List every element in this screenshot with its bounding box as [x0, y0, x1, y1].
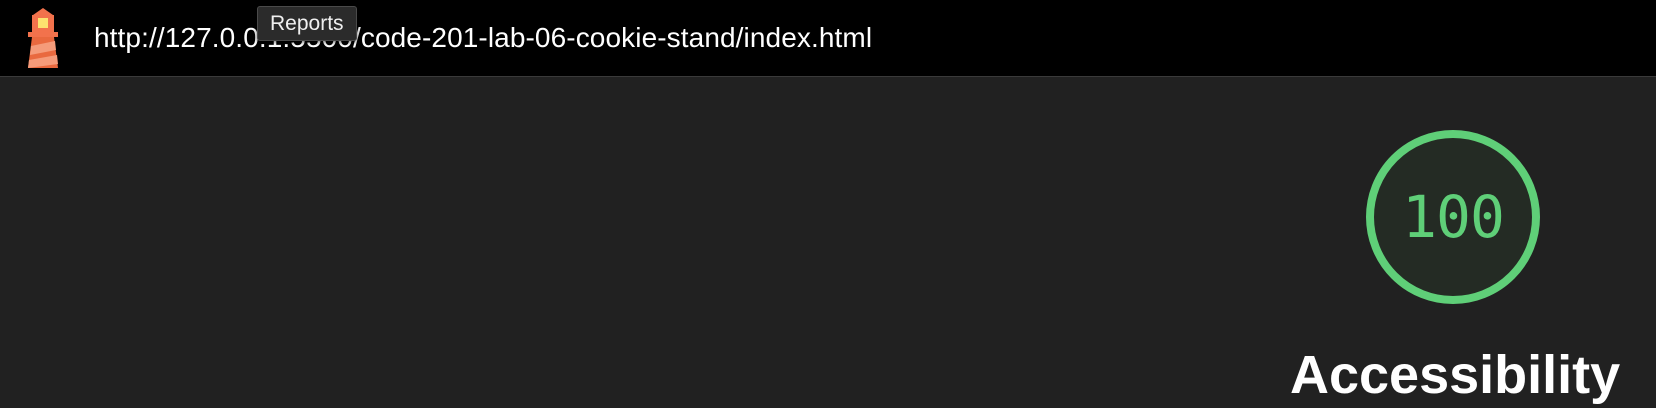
report-url[interactable]: http://127.0.0.1:5500/code-201-lab-06-co… — [94, 20, 872, 56]
accessibility-score-gauge[interactable]: 100 — [1361, 125, 1545, 309]
score-value: 100 — [1402, 183, 1505, 251]
category-title: Accessibility — [1290, 345, 1621, 405]
reports-tooltip: Reports — [257, 6, 357, 41]
report-topbar: http://127.0.0.1:5500/code-201-lab-06-co… — [0, 0, 1656, 77]
lighthouse-icon[interactable] — [22, 8, 64, 68]
